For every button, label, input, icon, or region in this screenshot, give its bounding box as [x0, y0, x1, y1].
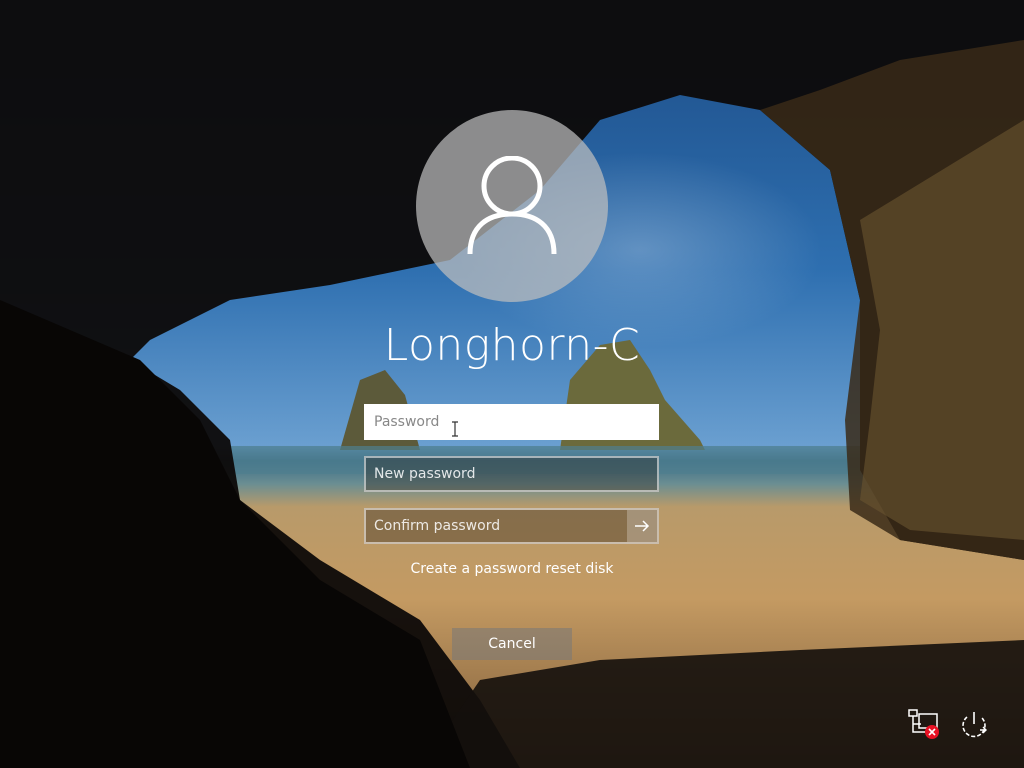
power-icon	[962, 712, 987, 738]
arrow-right-icon	[635, 520, 650, 532]
user-silhouette-icon	[467, 156, 557, 255]
network-disconnected-icon	[908, 709, 939, 739]
text-cursor-icon	[451, 421, 459, 441]
password-field-wrapper	[364, 404, 659, 440]
create-reset-disk-link[interactable]: Create a password reset disk	[312, 561, 712, 577]
user-avatar	[416, 110, 608, 302]
new-password-input[interactable]	[364, 456, 659, 492]
user-name: Longhorn-C	[383, 320, 641, 371]
password-input[interactable]	[364, 404, 659, 440]
confirm-password-field-wrapper	[364, 508, 659, 544]
confirm-password-input[interactable]	[364, 508, 659, 544]
new-password-field-wrapper	[364, 456, 659, 492]
submit-button[interactable]	[627, 510, 657, 542]
cancel-button[interactable]: Cancel	[452, 628, 572, 660]
network-button[interactable]	[906, 706, 942, 742]
power-button[interactable]	[956, 706, 992, 742]
lock-screen: Longhorn-C Create a password reset disk …	[0, 0, 1024, 768]
